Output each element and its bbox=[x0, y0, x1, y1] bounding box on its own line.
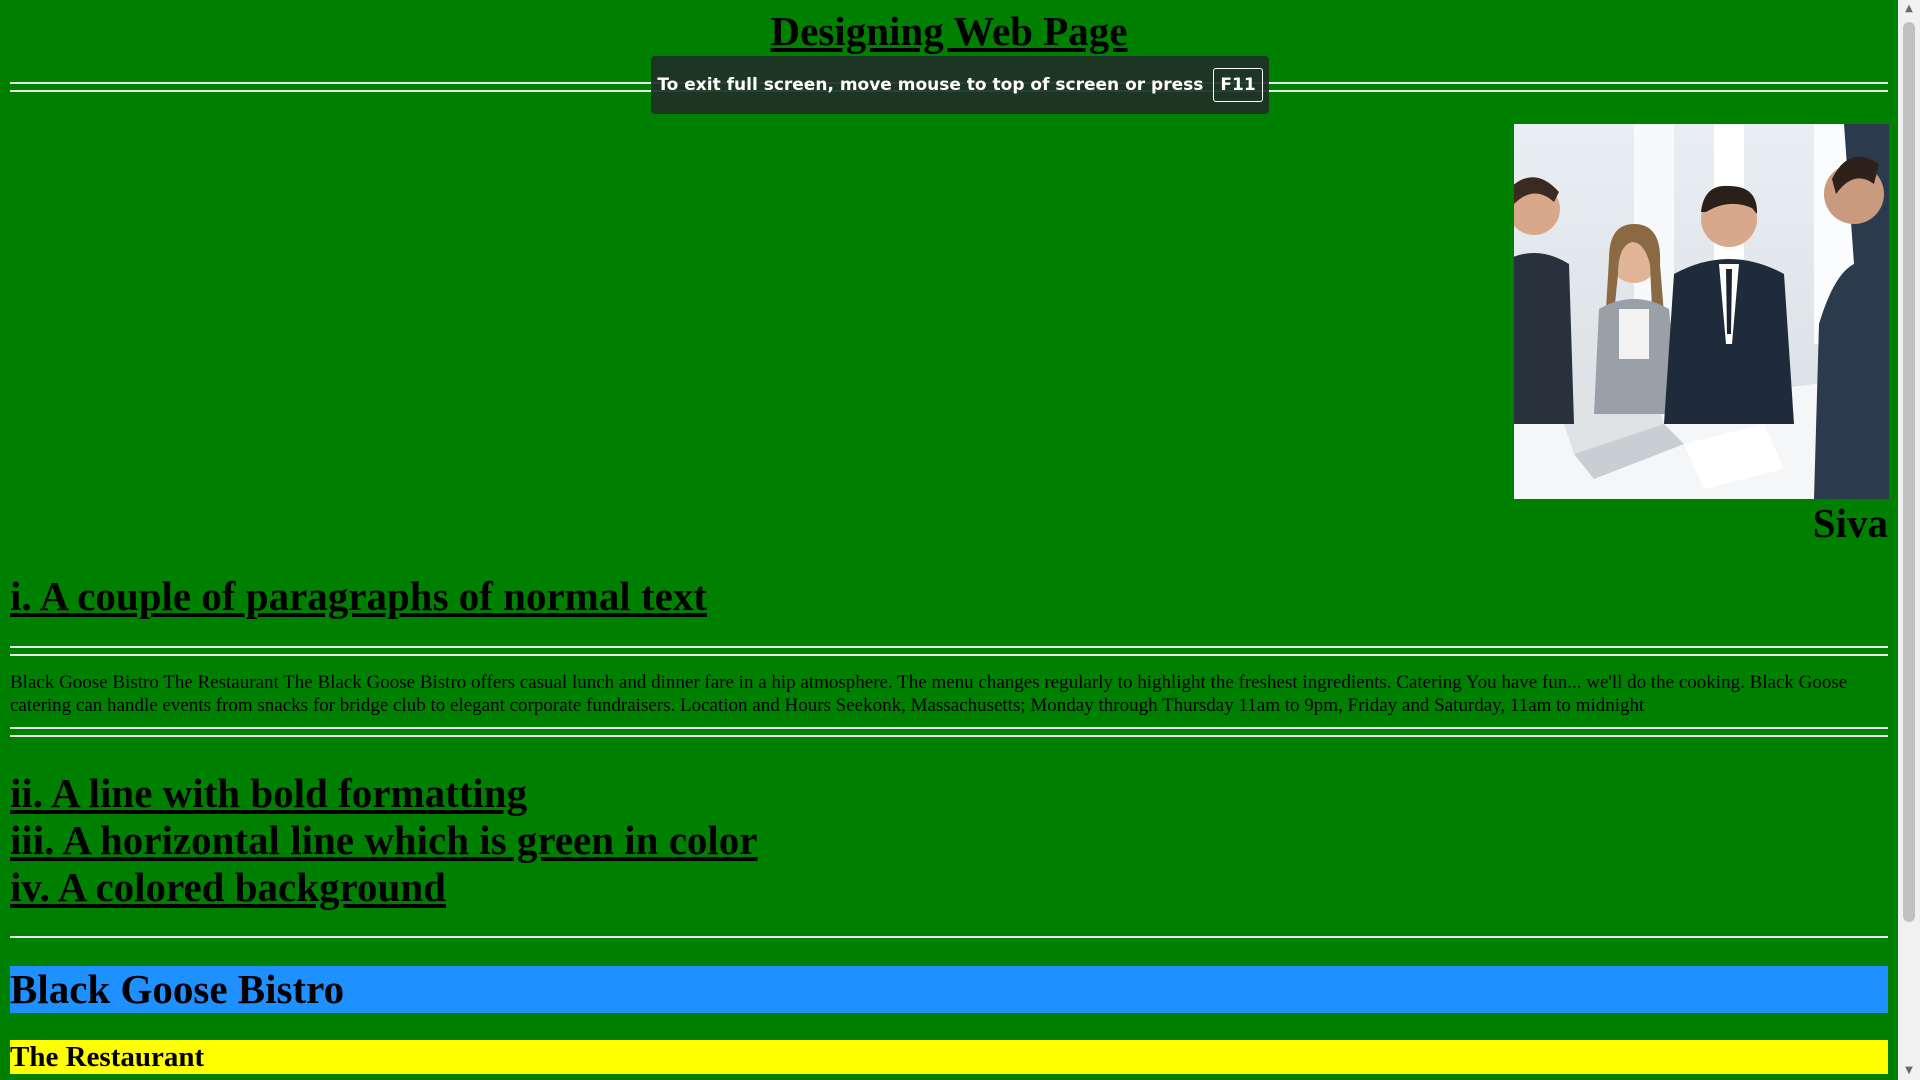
scrollbar-thumb[interactable] bbox=[1903, 22, 1915, 922]
heading-green-line: iii. A horizontal line which is green in… bbox=[10, 817, 758, 863]
meeting-photo-image bbox=[1514, 124, 1889, 499]
page-title: Designing Web Page bbox=[770, 8, 1128, 54]
heading-bold-line: ii. A line with bold formatting bbox=[10, 770, 528, 816]
yellow-banner: The Restaurant bbox=[10, 1040, 1888, 1074]
meeting-photo bbox=[1514, 124, 1889, 499]
scroll-up-icon[interactable]: ▲ bbox=[1898, 0, 1920, 18]
heading-paragraphs: i. A couple of paragraphs of normal text bbox=[10, 573, 707, 619]
fullscreen-message: To exit full screen, move mouse to top o… bbox=[657, 75, 1204, 95]
f11-key-badge: F11 bbox=[1213, 68, 1263, 102]
web-page: Designing Web Page Siva i. A couple of p… bbox=[0, 0, 1898, 1080]
bistro-paragraph: Black Goose Bistro The Restaurant The Bl… bbox=[10, 672, 1848, 716]
scroll-down-icon[interactable]: ▼ bbox=[1898, 1062, 1920, 1080]
blue-banner: Black Goose Bistro bbox=[10, 966, 1888, 1013]
horizontal-rule bbox=[10, 936, 1888, 938]
heading-colored-background: iv. A colored background bbox=[10, 864, 446, 910]
horizontal-rule bbox=[10, 727, 1888, 737]
horizontal-rule bbox=[10, 646, 1888, 656]
photo-caption: Siva bbox=[1812, 500, 1888, 546]
vertical-scrollbar[interactable]: ▲ ▼ bbox=[1898, 0, 1920, 1080]
fullscreen-notification: To exit full screen, move mouse to top o… bbox=[651, 56, 1269, 114]
